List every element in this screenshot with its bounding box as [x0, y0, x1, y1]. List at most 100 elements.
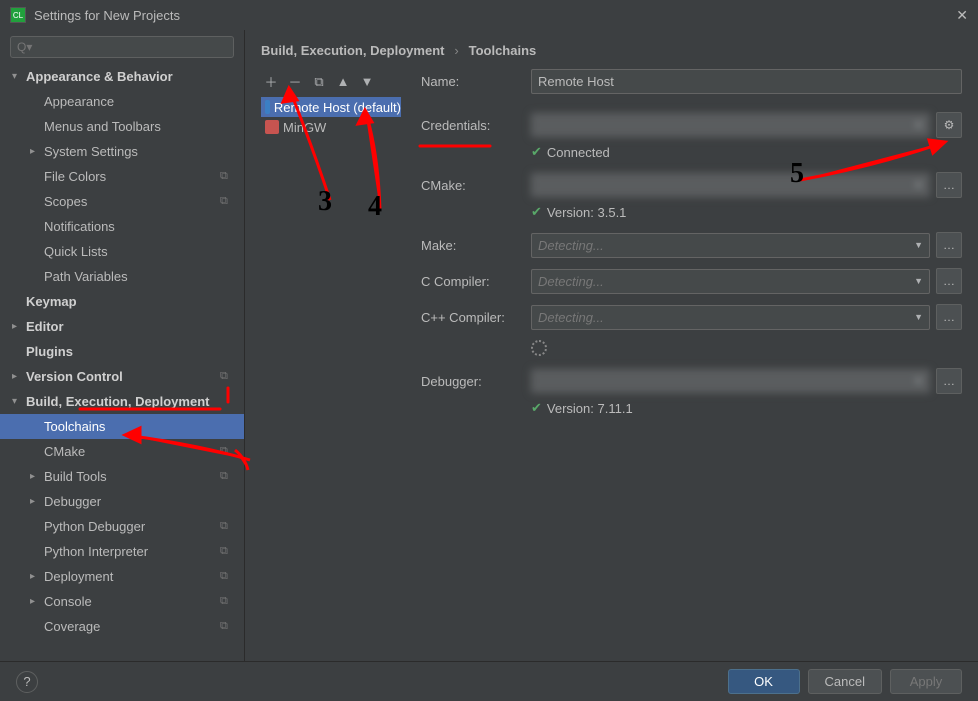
copy-profile-icon: ⧉ — [220, 370, 236, 383]
debugger-label: Debugger: — [421, 374, 531, 389]
cc-label: C Compiler: — [421, 274, 531, 289]
sidebar-item-label: Build Tools — [44, 469, 220, 484]
window-title: Settings for New Projects — [34, 8, 956, 23]
check-icon: ✔ — [531, 400, 542, 416]
cancel-button[interactable]: Cancel — [808, 669, 882, 694]
breadcrumb-part2: Toolchains — [469, 43, 537, 58]
breadcrumb-part1: Build, Execution, Deployment — [261, 43, 444, 58]
sidebar-item-version-control[interactable]: ▸Version Control⧉ — [0, 364, 244, 389]
sidebar-item-quick-lists[interactable]: Quick Lists — [0, 239, 244, 264]
sidebar-item-notifications[interactable]: Notifications — [0, 214, 244, 239]
copy-profile-icon: ⧉ — [220, 620, 236, 633]
sidebar-item-label: Keymap — [26, 294, 244, 309]
sidebar-item-label: Appearance — [44, 94, 244, 109]
debugger-combo[interactable]: ▼ — [531, 369, 930, 393]
copy-profile-icon: ⧉ — [220, 195, 236, 208]
make-combo[interactable]: Detecting...▼ — [531, 233, 930, 258]
toolchain-icon — [265, 120, 279, 134]
spinner-icon — [531, 340, 547, 356]
sidebar-item-label: Appearance & Behavior — [26, 69, 244, 84]
toolchain-icon — [265, 100, 270, 114]
move-down-icon[interactable]: ▼ — [359, 74, 375, 89]
sidebar-item-toolchains[interactable]: Toolchains — [0, 414, 244, 439]
sidebar-item-label: Version Control — [26, 369, 220, 384]
make-browse-button[interactable]: … — [936, 232, 962, 258]
sidebar-item-label: Build, Execution, Deployment — [26, 394, 244, 409]
sidebar-item-build-execution-deployment[interactable]: ▾Build, Execution, Deployment — [0, 389, 244, 414]
toolchain-item-remote-host-default-[interactable]: Remote Host (default) — [261, 97, 401, 117]
chevron-right-icon: ▸ — [30, 471, 44, 482]
cmake-browse-button[interactable]: … — [936, 172, 962, 198]
sidebar-item-label: Python Interpreter — [44, 544, 220, 559]
check-icon: ✔ — [531, 204, 542, 220]
apply-button[interactable]: Apply — [890, 669, 962, 694]
copy-profile-icon: ⧉ — [220, 520, 236, 533]
sidebar-item-appearance[interactable]: Appearance — [0, 89, 244, 114]
sidebar-item-label: Notifications — [44, 219, 244, 234]
copy-profile-icon: ⧉ — [220, 470, 236, 483]
copy-icon[interactable]: ⧉ — [311, 74, 327, 90]
chevron-right-icon: ▸ — [12, 321, 26, 332]
sidebar-item-label: Toolchains — [44, 419, 244, 434]
chevron-right-icon: ▸ — [30, 496, 44, 507]
sidebar-item-file-colors[interactable]: File Colors⧉ — [0, 164, 244, 189]
chevron-right-icon: ▸ — [12, 371, 26, 382]
sidebar-item-python-interpreter[interactable]: Python Interpreter⧉ — [0, 539, 244, 564]
sidebar-item-build-tools[interactable]: ▸Build Tools⧉ — [0, 464, 244, 489]
cc-combo[interactable]: Detecting...▼ — [531, 269, 930, 294]
sidebar-item-cmake[interactable]: CMake⧉ — [0, 439, 244, 464]
search-input[interactable] — [10, 36, 234, 58]
sidebar-item-coverage[interactable]: Coverage⧉ — [0, 614, 244, 639]
sidebar-item-keymap[interactable]: Keymap — [0, 289, 244, 314]
close-icon[interactable]: ✕ — [956, 7, 968, 24]
connected-status: Connected — [547, 145, 610, 160]
name-input[interactable] — [531, 69, 962, 94]
sidebar-item-console[interactable]: ▸Console⧉ — [0, 589, 244, 614]
sidebar-item-label: File Colors — [44, 169, 220, 184]
gear-icon[interactable]: ⚙ — [936, 112, 962, 138]
remove-icon[interactable]: － — [287, 72, 303, 91]
chevron-down-icon: ▾ — [12, 396, 26, 407]
sidebar-item-menus-and-toolbars[interactable]: Menus and Toolbars — [0, 114, 244, 139]
chevron-right-icon: ▸ — [30, 571, 44, 582]
sidebar-item-plugins[interactable]: Plugins — [0, 339, 244, 364]
breadcrumb: Build, Execution, Deployment › Toolchain… — [245, 30, 978, 68]
toolchain-item-mingw[interactable]: MinGW — [261, 117, 401, 137]
sidebar-item-label: Plugins — [26, 344, 244, 359]
sidebar-item-editor[interactable]: ▸Editor — [0, 314, 244, 339]
cxx-label: C++ Compiler: — [421, 310, 531, 325]
copy-profile-icon: ⧉ — [220, 570, 236, 583]
sidebar-item-label: Editor — [26, 319, 244, 334]
move-up-icon[interactable]: ▲ — [335, 74, 351, 89]
sidebar-item-python-debugger[interactable]: Python Debugger⧉ — [0, 514, 244, 539]
name-label: Name: — [421, 74, 531, 89]
app-icon: CL — [10, 7, 26, 23]
cc-browse-button[interactable]: … — [936, 268, 962, 294]
sidebar-item-label: Deployment — [44, 569, 220, 584]
cxx-combo[interactable]: Detecting...▼ — [531, 305, 930, 330]
cxx-browse-button[interactable]: … — [936, 304, 962, 330]
main-panel: Build, Execution, Deployment › Toolchain… — [245, 30, 978, 661]
add-icon[interactable]: ＋ — [263, 72, 279, 91]
sidebar-item-label: Debugger — [44, 494, 244, 509]
help-button[interactable]: ? — [16, 671, 38, 693]
toolchain-list-column: ＋ － ⧉ ▲ ▼ Remote Host (default) MinGW — [261, 68, 401, 661]
sidebar-item-system-settings[interactable]: ▸System Settings — [0, 139, 244, 164]
sidebar-item-label: Menus and Toolbars — [44, 119, 244, 134]
sidebar-item-label: Scopes — [44, 194, 220, 209]
cmake-label: CMake: — [421, 178, 531, 193]
sidebar-item-appearance-behavior[interactable]: ▾Appearance & Behavior — [0, 64, 244, 89]
debugger-version: Version: 7.11.1 — [547, 401, 633, 416]
settings-tree[interactable]: ▾Appearance & BehaviorAppearanceMenus an… — [0, 64, 244, 661]
credentials-combo[interactable]: ▼ — [531, 113, 930, 137]
sidebar-item-debugger[interactable]: ▸Debugger — [0, 489, 244, 514]
cmake-combo[interactable]: ▼ — [531, 173, 930, 197]
toolchain-label: Remote Host (default) — [274, 100, 401, 115]
ok-button[interactable]: OK — [728, 669, 800, 694]
sidebar-item-deployment[interactable]: ▸Deployment⧉ — [0, 564, 244, 589]
debugger-browse-button[interactable]: … — [936, 368, 962, 394]
sidebar-item-path-variables[interactable]: Path Variables — [0, 264, 244, 289]
chevron-right-icon: › — [454, 43, 458, 58]
toolchain-list[interactable]: Remote Host (default) MinGW — [261, 97, 401, 661]
sidebar-item-scopes[interactable]: Scopes⧉ — [0, 189, 244, 214]
